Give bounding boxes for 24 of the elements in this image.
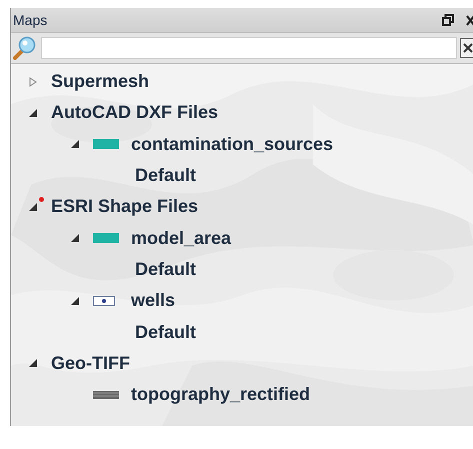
- tree-item[interactable]: Supermesh: [51, 71, 150, 92]
- clear-button[interactable]: [460, 38, 473, 58]
- expanded-arrow-icon[interactable]: [29, 359, 37, 368]
- panel-title: Maps: [13, 12, 48, 28]
- tree-item[interactable]: model_area: [131, 228, 232, 249]
- tree-item[interactable]: Default: [135, 258, 196, 280]
- expanded-arrow-icon[interactable]: [71, 234, 79, 242]
- expanded-arrow-icon[interactable]: [29, 202, 37, 211]
- tree-item[interactable]: wells: [131, 290, 176, 312]
- tree-item[interactable]: ESRI Shape Files: [51, 196, 198, 218]
- collapsed-arrow-icon[interactable]: [29, 76, 37, 87]
- tree-item[interactable]: Geo-TIFF: [51, 352, 130, 374]
- tree-item[interactable]: Default: [135, 165, 196, 186]
- close-icon[interactable]: [466, 14, 473, 26]
- tree-item[interactable]: contamination_sources: [131, 134, 334, 155]
- tree-item[interactable]: Default: [135, 322, 196, 343]
- search-field[interactable]: [41, 37, 457, 59]
- expanded-arrow-icon[interactable]: [71, 296, 79, 305]
- tree-item[interactable]: topography_rectified: [131, 384, 310, 406]
- restore-icon[interactable]: [442, 14, 454, 26]
- expanded-arrow-icon[interactable]: [71, 140, 79, 148]
- expanded-arrow-icon[interactable]: [29, 108, 37, 117]
- tree-item[interactable]: AutoCAD DXF Files: [51, 102, 218, 124]
- search-icon: [13, 36, 37, 60]
